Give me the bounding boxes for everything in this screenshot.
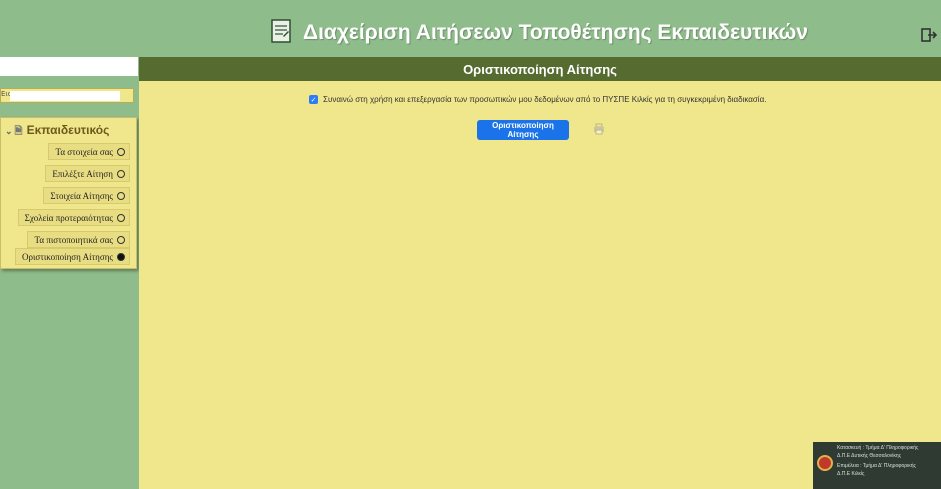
app-header: Διαχείριση Αιτήσεων Τοποθέτησης Εκπαιδευ… xyxy=(0,0,941,57)
consent-label: Συναινώ στη χρήση και επεξεργασία των πρ… xyxy=(323,95,767,104)
sidebar-item-label: Οριστικοποίηση Αίτησης xyxy=(22,251,113,262)
consent-row[interactable]: ✓ Συναινώ στη χρήση και επεξεργασία των … xyxy=(309,95,766,104)
radio-icon xyxy=(117,191,125,200)
radio-icon xyxy=(117,147,125,156)
sidebar-item-label: Στοιχεία Αίτησης xyxy=(50,190,113,201)
tree-root[interactable]: ⌄ 🗎 Εκπαιδευτικός xyxy=(5,123,109,141)
consent-checkbox[interactable]: ✓ xyxy=(309,95,318,104)
seal-logo xyxy=(817,455,833,471)
finalize-button[interactable]: Οριστικοποίηση Αίτησης xyxy=(477,120,569,140)
sidebar-item-label: Σχολεία προτεραιότητας xyxy=(24,212,113,223)
printer-icon[interactable] xyxy=(593,123,605,135)
radio-icon xyxy=(117,213,125,222)
sidebar-item-label: Τα στοιχεία σας xyxy=(55,146,113,157)
app-title: Διαχείριση Αιτήσεων Τοποθέτησης Εκπαιδευ… xyxy=(303,21,808,44)
sidebar-item-finalize[interactable]: Οριστικοποίηση Αίτησης xyxy=(15,248,130,265)
sidebar-item-label: Τα πιστοποιητικά σας xyxy=(34,234,113,245)
sidebar-item-choose-application[interactable]: Επιλέξτε Αίτηση xyxy=(45,165,130,182)
radio-selected-icon xyxy=(117,252,125,261)
folder-icon: 🗎 xyxy=(14,126,23,137)
sidebar-item-priority-schools[interactable]: Σχολεία προτεραιότητας xyxy=(17,209,130,226)
credits-line-4: Δ.Π.Ε Κιλκίς xyxy=(837,471,865,477)
sidebar-item-certificates[interactable]: Τα πιστοποιητικά σας xyxy=(27,231,130,248)
credits-line-1: Κατασκευή : Τμήμα Δ' Πληροφορικής xyxy=(837,445,919,451)
sidebar-item-application-details[interactable]: Στοιχεία Αίτησης xyxy=(43,187,130,204)
chevron-down-icon[interactable]: ⌄ xyxy=(5,126,13,136)
filter-input[interactable] xyxy=(10,91,120,101)
page-title: Οριστικοποίηση Αίτησης xyxy=(463,62,617,77)
sidebar-filter-field[interactable]: Εισ... xyxy=(0,88,134,103)
sidebar-item-details[interactable]: Τα στοιχεία σας xyxy=(48,143,130,160)
credits-line-2: Δ.Π.Ε Δυτικής Θεσσαλονίκης xyxy=(837,453,902,459)
credits-panel: Κατασκευή : Τμήμα Δ' Πληροφορικής Δ.Π.Ε … xyxy=(813,442,941,489)
main-header: Οριστικοποίηση Αίτησης xyxy=(139,57,941,81)
main-panel: Οριστικοποίηση Αίτησης ✓ Συναινώ στη χρή… xyxy=(139,57,941,489)
tree-root-label: Εκπαιδευτικός xyxy=(26,123,110,137)
sidebar-item-label: Επιλέξτε Αίτηση xyxy=(52,168,113,179)
logout-icon[interactable] xyxy=(921,27,937,43)
credits-line-3: Επιμέλεια : Τμήμα Δ' Πληροφορικής xyxy=(837,463,916,469)
document-icon xyxy=(271,19,291,43)
radio-icon xyxy=(117,169,125,178)
sidebar-search[interactable] xyxy=(0,57,138,80)
radio-icon xyxy=(117,235,125,244)
search-input[interactable] xyxy=(0,60,138,80)
sidebar-tree: ⌄ 🗎 Εκπαιδευτικός Τα στοιχεία σας Επιλέξτε… xyxy=(0,117,137,269)
